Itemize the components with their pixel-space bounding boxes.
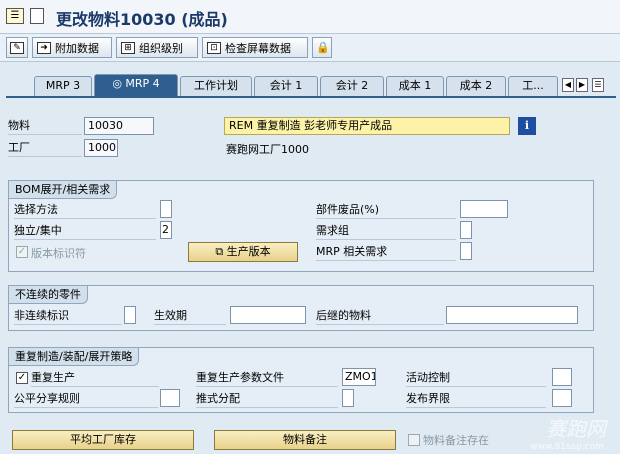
tab-more[interactable]: 工... (508, 76, 558, 96)
requirements-group-field[interactable] (460, 221, 472, 239)
arrow-right-icon: ➜ (37, 41, 51, 54)
fair-share-rule-label: 公平分享规则 (14, 390, 158, 408)
version-indicator-label: 版本标识符 (31, 247, 86, 260)
tab-accounting2[interactable]: 会计 2 (320, 76, 384, 96)
tab-scroll-left-icon[interactable]: ◀ (562, 78, 574, 92)
push-distribution-label: 推式分配 (196, 390, 338, 408)
discontinuation-ind-field[interactable] (124, 306, 136, 324)
mrp-dep-req-field[interactable] (460, 242, 472, 260)
org-levels-button[interactable]: ⊞ 组织级别 (116, 37, 198, 58)
production-version-icon: ⧉ (215, 245, 227, 258)
material-description: REM 重复制造 彭老师专用产成品 (224, 117, 510, 135)
info-icon[interactable]: i (518, 117, 536, 135)
rem-profile-label: 重复生产参数文件 (196, 369, 338, 387)
repetitive-mfg-label: 重复生产 (31, 369, 159, 387)
plant-description: 赛跑网工厂1000 (226, 143, 309, 156)
action-control-field[interactable] (552, 368, 572, 386)
memo-exists-label: 物料备注存在 (423, 434, 489, 447)
tab-mrp4[interactable]: ◎ MRP 4 (94, 74, 178, 96)
tab-work-scheduling[interactable]: 工作计划 (180, 76, 252, 96)
additional-data-button[interactable]: ➜ 附加数据 (32, 37, 112, 58)
memo-exists-checkbox (408, 434, 420, 446)
component-scrap-label: 部件废品(%) (316, 201, 456, 219)
discontinued-group-title: 不连续的零件 (9, 286, 88, 304)
material-field[interactable]: 10030 (84, 117, 154, 135)
tab-scroll-right-icon[interactable]: ▶ (576, 78, 588, 92)
action-control-label: 活动控制 (406, 369, 546, 387)
plant-stock-button[interactable]: 平均工厂库存 (12, 430, 194, 450)
push-distribution-field[interactable] (342, 389, 354, 407)
window-title: 更改物料10030 (成品) (56, 10, 228, 29)
plant-field[interactable]: 1000 (84, 139, 118, 157)
lock-icon: 🔒 (316, 41, 330, 54)
selection-method-label: 选择方法 (14, 201, 156, 219)
version-indicator-checkbox: ✓ (16, 246, 28, 258)
deployment-horizon-field[interactable] (552, 389, 572, 407)
watermark-logo: 赛跑网 (546, 417, 606, 441)
repetitive-mfg-checkbox[interactable]: ✓ (16, 372, 28, 384)
individual-collective-label: 独立/集中 (14, 222, 156, 240)
tab-mrp3[interactable]: MRP 3 (34, 76, 92, 96)
repetitive-group-title: 重复制造/装配/展开策略 (9, 348, 140, 366)
discontinuation-ind-label: 非连续标识 (14, 307, 122, 325)
tab-list-icon[interactable]: ☰ (592, 78, 604, 92)
title-bar: ☰ 更改物料10030 (成品) (0, 0, 620, 34)
org-icon: ⊞ (121, 41, 135, 54)
lock-button[interactable]: 🔒 (312, 37, 332, 58)
rem-profile-field[interactable]: ZMO1 (342, 368, 376, 386)
active-tab-icon: ◎ (112, 77, 126, 90)
menu-icon[interactable]: ☰ (6, 8, 24, 24)
effective-date-field[interactable] (230, 306, 306, 324)
production-version-button[interactable]: ⧉ 生产版本 (188, 242, 298, 262)
edit-icon: ✎ (10, 41, 24, 54)
watermark-url: www.91sap.com (530, 442, 604, 452)
individual-collective-field[interactable]: 2 (160, 221, 172, 239)
check-icon: ⊡ (207, 41, 221, 54)
tab-costing1[interactable]: 成本 1 (386, 76, 444, 96)
follow-up-material-field[interactable] (446, 306, 578, 324)
material-label: 物料 (8, 117, 82, 135)
check-screen-button[interactable]: ⊡ 检查屏幕数据 (202, 37, 308, 58)
bom-group-title: BOM展开/相关需求 (9, 181, 118, 199)
component-scrap-field[interactable] (460, 200, 508, 218)
selection-method-field[interactable] (160, 200, 172, 218)
document-icon[interactable] (30, 8, 44, 24)
tab-accounting1[interactable]: 会计 1 (254, 76, 318, 96)
tab-costing2[interactable]: 成本 2 (446, 76, 506, 96)
mrp-dep-req-label: MRP 相关需求 (316, 243, 456, 261)
deployment-horizon-label: 发布界限 (406, 390, 546, 408)
follow-up-material-label: 后继的物料 (316, 307, 444, 325)
fair-share-rule-field[interactable] (160, 389, 180, 407)
effective-date-label: 生效期 (154, 307, 226, 325)
material-memo-button[interactable]: 物料备注 (214, 430, 396, 450)
plant-label: 工厂 (8, 139, 82, 157)
display-change-button[interactable]: ✎ (6, 37, 28, 58)
application-toolbar: ✎ ➜ 附加数据 ⊞ 组织级别 ⊡ 检查屏幕数据 🔒 (0, 34, 620, 62)
tab-strip: MRP 3 ◎ MRP 4 工作计划 会计 1 会计 2 成本 1 成本 2 工… (0, 62, 620, 96)
requirements-group-label: 需求组 (316, 222, 456, 240)
